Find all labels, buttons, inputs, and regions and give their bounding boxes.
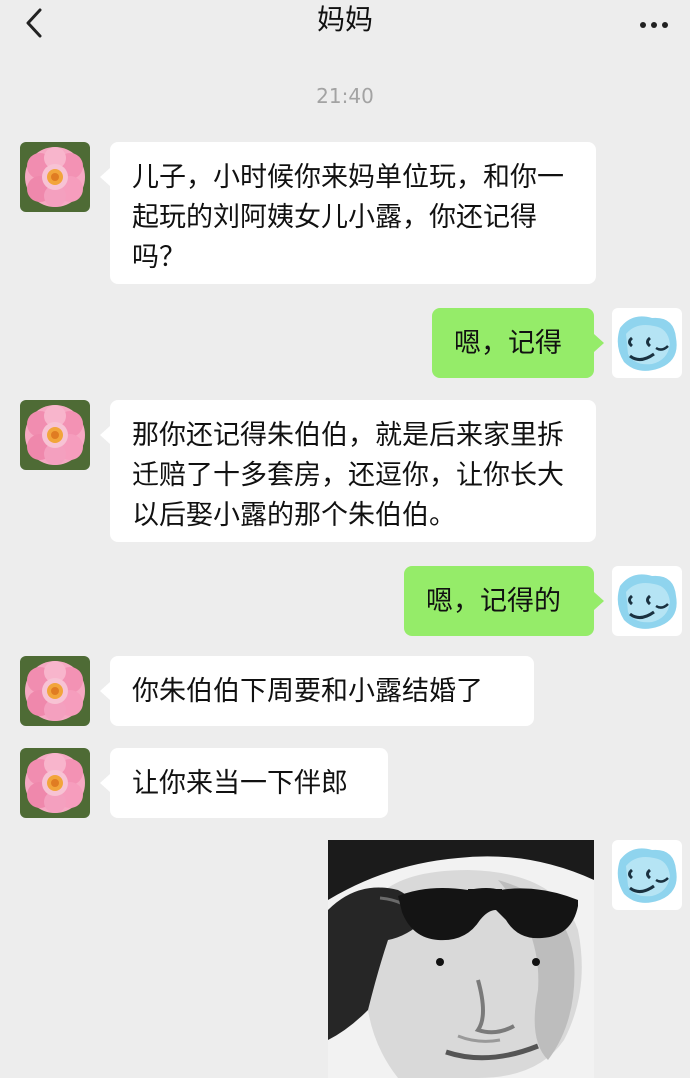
message-text: 嗯，记得: [454, 328, 562, 359]
pink-peony-flower-icon: [20, 400, 90, 470]
mom-avatar[interactable]: [20, 748, 90, 818]
message-bubble-outgoing[interactable]: 嗯，记得: [432, 308, 604, 378]
message-text: 让你来当一下伴郎: [132, 768, 348, 799]
more-horizontal-icon: [640, 22, 668, 28]
pink-peony-flower-icon: [20, 748, 90, 818]
mom-avatar[interactable]: [20, 656, 90, 726]
mom-avatar[interactable]: [20, 400, 90, 470]
blue-smiley-doodle-icon: [612, 566, 682, 636]
pink-peony-flower-icon: [20, 142, 90, 212]
sticker-message[interactable]: [328, 840, 594, 1078]
mom-avatar[interactable]: [20, 142, 90, 212]
message-text: 那你还记得朱伯伯，就是后来家里拆迁赔了十多套房，还逗你，让你长大以后娶小露的那个…: [132, 420, 564, 531]
message-timestamp: 21:40: [316, 84, 374, 108]
my-avatar[interactable]: [612, 840, 682, 910]
message-bubble-incoming[interactable]: 儿子，小时候你来妈单位玩，和你一起玩的刘阿姨女儿小露，你还记得吗？: [100, 142, 596, 284]
message-text: 儿子，小时候你来妈单位玩，和你一起玩的刘阿姨女儿小露，你还记得吗？: [132, 162, 564, 273]
blue-smiley-doodle-icon: [612, 308, 682, 378]
chat-title: 妈妈: [316, 3, 373, 36]
message-bubble-incoming[interactable]: 那你还记得朱伯伯，就是后来家里拆迁赔了十多套房，还逗你，让你长大以后娶小露的那个…: [100, 400, 596, 542]
message-bubble-incoming[interactable]: 让你来当一下伴郎: [100, 748, 388, 818]
message-text: 嗯，记得的: [426, 586, 561, 617]
my-avatar[interactable]: [612, 566, 682, 636]
blue-smiley-doodle-icon: [612, 840, 682, 910]
message-text: 你朱伯伯下周要和小露结婚了: [132, 676, 483, 707]
more-options-button[interactable]: [634, 6, 674, 36]
message-bubble-incoming[interactable]: 你朱伯伯下周要和小露结婚了: [100, 656, 534, 726]
sunglasses-saluting-meme-face-icon: [328, 840, 594, 1078]
pink-peony-flower-icon: [20, 656, 90, 726]
chat-header: 妈妈: [0, 0, 690, 50]
my-avatar[interactable]: [612, 308, 682, 378]
message-bubble-outgoing[interactable]: 嗯，记得的: [404, 566, 604, 636]
